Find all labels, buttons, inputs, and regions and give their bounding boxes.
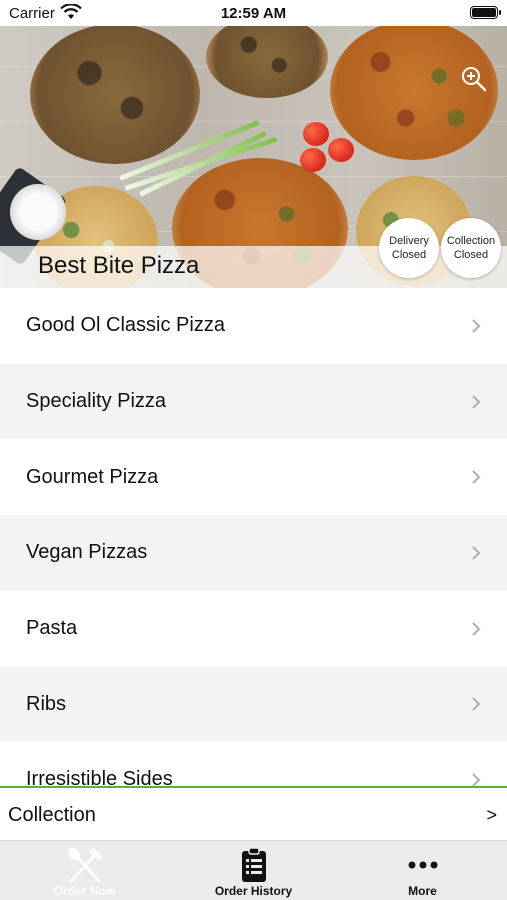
tab-label: Order History [214,884,293,898]
tab-label: Order Now [53,884,116,898]
chevron-right-icon [472,697,481,711]
chevron-right-icon [472,319,481,333]
tab-bar: Order Now Order History More [0,840,507,900]
chevron-right-icon [472,546,481,560]
menu-item-label: Irresistible Sides [26,768,173,786]
chevron-right-icon [472,470,481,484]
menu-item-label: Ribs [26,692,67,715]
pizza-image [30,26,200,164]
menu-item-speciality-pizza[interactable]: Speciality Pizza [0,363,507,440]
tab-label: More [408,884,437,898]
collection-status-title: Collection [446,235,496,247]
menu-item-pasta[interactable]: Pasta [0,591,507,667]
menu-category-list[interactable]: Good Ol Classic Pizza Speciality Pizza G… [0,288,507,786]
chevron-right-icon [472,394,481,409]
chevron-right-icon [472,621,481,636]
clock-time: 12:59 AM [220,5,287,22]
delivery-status-title: Delivery [389,235,429,247]
menu-item-good-ol-classic-pizza[interactable]: Good Ol Classic Pizza [0,288,507,364]
battery-icon [470,6,501,19]
pizza-image [206,26,328,98]
delivery-status-badge: Delivery Closed [379,218,439,278]
menu-item-vegan-pizzas[interactable]: Vegan Pizzas [0,515,507,591]
more-dots-icon [408,861,437,869]
order-mode-bar[interactable]: Collection > [0,786,507,840]
menu-item-label: Speciality Pizza [26,390,167,413]
tab-order-history[interactable]: Order History [169,841,338,900]
pizza-cutter-image [10,184,66,240]
menu-item-label: Pasta [26,617,78,640]
order-mode-arrow: > [486,805,497,825]
zoom-in-icon[interactable] [461,66,487,92]
menu-item-ribs[interactable]: Ribs [0,666,507,743]
order-mode-label: Collection [8,804,96,826]
fork-knife-icon [67,847,102,883]
tab-more[interactable]: More [338,841,507,900]
collection-status-badge: Collection Closed [441,218,501,278]
chevron-right-icon [472,773,481,786]
status-bar: Carrier 12:59 AM [0,0,507,26]
menu-item-gourmet-pizza[interactable]: Gourmet Pizza [0,439,507,515]
menu-item-label: Good Ol Classic Pizza [26,314,225,337]
collection-status-value: Closed [453,249,489,261]
menu-item-label: Gourmet Pizza [26,465,159,488]
menu-item-irresistible-sides[interactable]: Irresistible Sides [0,742,507,786]
clipboard-list-icon [241,847,266,882]
restaurant-name: Best Bite Pizza [38,252,200,279]
delivery-status-value: Closed [391,249,427,261]
menu-item-label: Vegan Pizzas [26,541,148,564]
tab-order-now[interactable]: Order Now [0,841,169,900]
pizza-image [330,26,498,160]
